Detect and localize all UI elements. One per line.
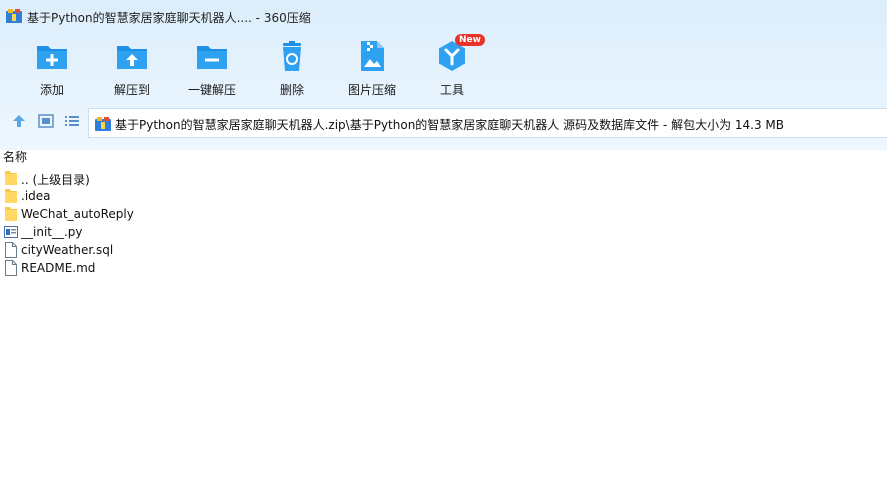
file-name: WeChat_autoReply — [21, 207, 134, 221]
file-name: .idea — [21, 189, 51, 203]
title-bar: 基于Python的智慧家居家庭聊天机器人.... - 360压缩 — [0, 0, 887, 32]
file-name: .. (上级目录) — [21, 173, 90, 187]
toolbar: 添加 解压到 一键解压 删除 图片压缩 New 工具 — [0, 34, 887, 98]
delete-label: 删除 — [279, 83, 304, 97]
add-button[interactable]: 添加 — [14, 36, 90, 98]
new-badge: New — [455, 34, 485, 46]
tools-button[interactable]: New 工具 — [414, 34, 490, 98]
list-header: 名称 — [0, 148, 887, 166]
tools-label: 工具 — [439, 83, 464, 97]
archive-icon — [95, 117, 111, 131]
archive-app-icon — [6, 9, 22, 23]
file-icon — [5, 242, 17, 258]
delete-icon — [283, 41, 301, 71]
one-click-extract-label: 一键解压 — [187, 83, 236, 97]
address-bar[interactable]: 基于Python的智慧家居家庭聊天机器人.zip\基于Python的智慧家居家庭… — [88, 108, 887, 138]
add-label: 添加 — [39, 83, 64, 97]
file-name: __init__.py — [21, 225, 83, 239]
thumbnail-view-icon[interactable] — [38, 113, 54, 129]
list-item-parent-dir[interactable]: .. (上级目录) — [0, 169, 887, 187]
address-path: 基于Python的智慧家居家庭聊天机器人.zip\基于Python的智慧家居家庭… — [115, 118, 785, 132]
list-item-idea[interactable]: .idea — [0, 187, 887, 205]
list-item-readme-md[interactable]: README.md — [0, 259, 887, 277]
one-click-extract-button[interactable]: 一键解压 — [174, 36, 250, 98]
extract-to-label: 解压到 — [113, 83, 150, 97]
list-item-cityweather-sql[interactable]: cityWeather.sql — [0, 241, 887, 259]
column-header-name[interactable]: 名称 — [3, 148, 27, 165]
list-item-init-py[interactable]: __init__.py — [0, 223, 887, 241]
navigation-row: 基于Python的智慧家居家庭聊天机器人.zip\基于Python的智慧家居家庭… — [0, 106, 887, 138]
delete-button[interactable]: 删除 — [254, 36, 330, 98]
app-window: 基于Python的智慧家居家庭聊天机器人.... - 360压缩 添加 解压到 — [0, 0, 887, 504]
folder-icon — [5, 207, 17, 221]
file-icon — [5, 260, 17, 276]
window-title: 基于Python的智慧家居家庭聊天机器人.... - 360压缩 — [27, 11, 311, 25]
tools-icon-wrap: New — [435, 34, 485, 73]
python-file-icon — [4, 226, 18, 238]
image-compress-label: 图片压缩 — [347, 83, 396, 97]
image-compress-button[interactable]: 图片压缩 — [334, 36, 410, 98]
folder-icon — [5, 171, 17, 185]
file-name: cityWeather.sql — [21, 243, 114, 257]
up-arrow-icon[interactable] — [11, 113, 27, 129]
list-item-wechat-autoreply[interactable]: WeChat_autoReply — [0, 205, 887, 223]
file-name: README.md — [21, 261, 96, 275]
file-list: .. (上级目录) .idea WeChat_autoReply __init_… — [0, 169, 887, 277]
one-click-extract-icon — [197, 46, 227, 69]
list-view-icon[interactable] — [64, 113, 80, 129]
add-icon — [37, 46, 67, 69]
image-compress-icon — [361, 41, 384, 71]
extract-to-button[interactable]: 解压到 — [94, 36, 170, 98]
extract-to-icon — [117, 46, 147, 69]
folder-icon — [5, 189, 17, 203]
